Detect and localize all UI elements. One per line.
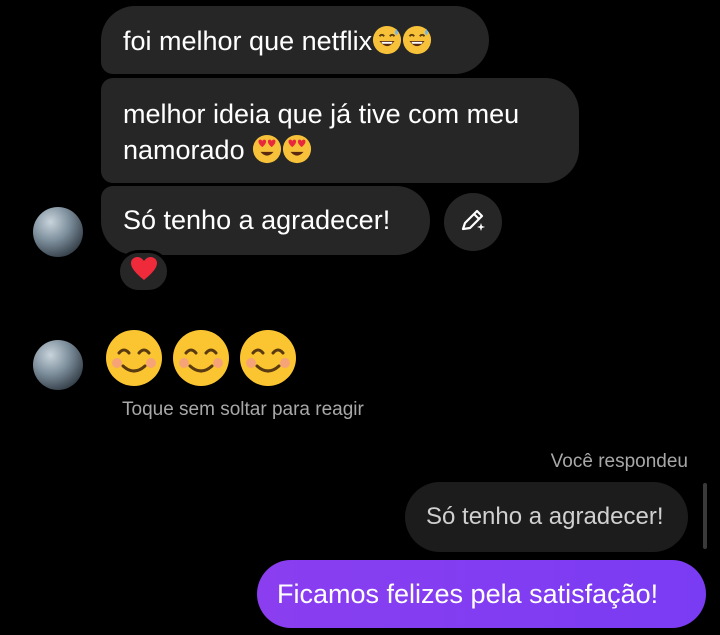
heart-eyes-emoji [282,134,312,173]
reply-indicator-bar [703,483,707,549]
sweat-smile-emoji [402,25,432,64]
smiling-face-emoji [171,328,231,393]
message-bubble-namorado[interactable]: melhor ideia que já tive com meu namorad… [101,78,579,183]
message-text: foi melhor que netflix [123,26,373,56]
heart-eyes-emoji [252,134,282,173]
message-text-line2: namorado [123,135,245,165]
avatar[interactable] [33,340,83,390]
reply-header: Você respondeu [550,451,688,472]
heart-reaction[interactable] [117,250,170,293]
message-text-line1: melhor ideia que já tive com meu [123,99,520,129]
message-text: Só tenho a agradecer! [123,205,391,235]
sent-message-bubble[interactable]: Ficamos felizes pela satisfação! [257,560,706,628]
avatar[interactable] [33,207,83,257]
edit-sparkle-icon [458,205,488,240]
message-bubble-agradecer[interactable]: Só tenho a agradecer! [101,186,430,255]
reaction-hint: Toque sem soltar para reagir [122,399,364,420]
message-bubble-netflix[interactable]: foi melhor que netflix [101,6,489,74]
sweat-smile-emoji [372,25,402,64]
emoji-message[interactable] [104,328,298,393]
smiling-face-emoji [104,328,164,393]
heart-reaction-icon [130,256,158,287]
edit-sparkle-button[interactable] [444,193,502,251]
smiling-face-emoji [238,328,298,393]
quoted-message[interactable]: Só tenho a agradecer! [405,482,688,552]
